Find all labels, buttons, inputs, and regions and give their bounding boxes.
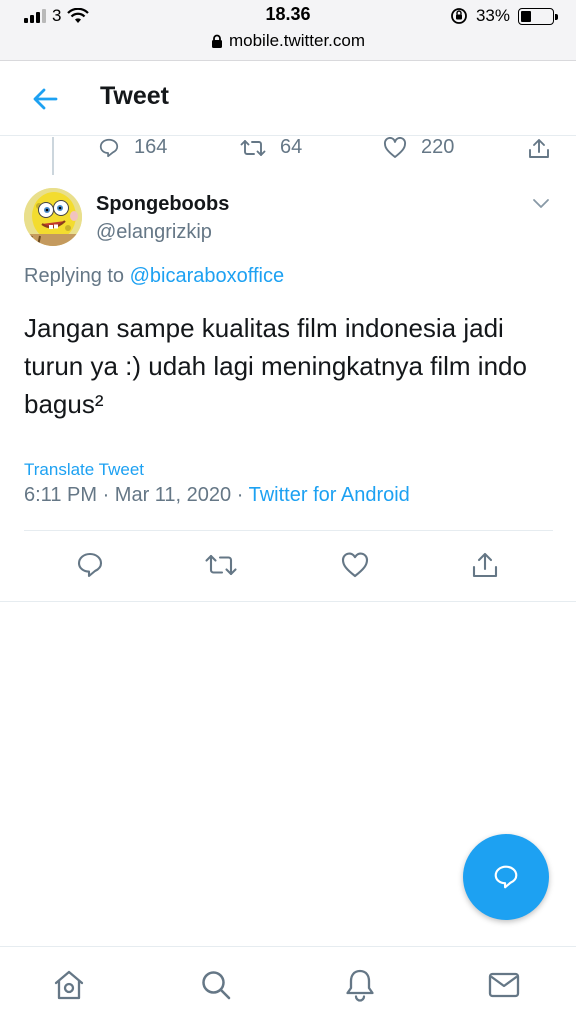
tweet-source-link[interactable]: Twitter for Android [249, 484, 410, 506]
translate-tweet-link[interactable]: Translate Tweet [24, 460, 144, 480]
url-bar[interactable]: mobile.twitter.com [0, 31, 576, 51]
messages-icon[interactable] [486, 967, 522, 1003]
retweet-count: 64 [280, 136, 303, 158]
share-button-icon[interactable] [470, 550, 500, 580]
display-name[interactable]: Spongeboobs [96, 193, 229, 216]
tweet-text: Jangan sampe kualitas film indonesia jad… [24, 313, 527, 419]
page-title: Tweet [100, 82, 169, 110]
previous-retweet-stat[interactable]: 64 [240, 136, 302, 159]
tweet-date: Mar 11, 2020 [114, 484, 232, 506]
like-button-icon[interactable] [340, 550, 370, 580]
battery-icon [518, 7, 558, 25]
replying-mention-link[interactable]: @bicaraboxoffice [130, 265, 284, 287]
retweet-icon [240, 139, 266, 156]
reply-compose-icon [494, 865, 518, 889]
battery-status: 33% [450, 6, 558, 26]
meta-separator: · [102, 484, 110, 506]
compose-reply-button[interactable] [463, 834, 549, 920]
reply-button-icon[interactable] [75, 550, 105, 580]
bottom-navigation [0, 946, 576, 1024]
tweet-meta: 6:11 PM · Mar 11, 2020 · Twitter for And… [24, 484, 410, 507]
retweet-button-icon[interactable] [204, 550, 238, 580]
spongebob-avatar-icon [24, 188, 82, 246]
share-icon[interactable] [527, 137, 551, 161]
replying-to: Replying to @bicaraboxoffice [24, 265, 284, 288]
divider [0, 601, 576, 602]
search-icon[interactable] [198, 967, 234, 1003]
divider [24, 530, 553, 531]
thread-connector [52, 137, 54, 175]
meta-separator: · [236, 484, 244, 506]
notifications-icon[interactable] [342, 967, 378, 1003]
home-icon[interactable] [51, 967, 87, 1003]
like-count: 220 [421, 136, 455, 158]
url-text: mobile.twitter.com [228, 31, 366, 50]
replying-prefix: Replying to [24, 265, 125, 287]
heart-icon [384, 136, 406, 158]
battery-percent: 33% [475, 6, 510, 25]
previous-reply-stat[interactable]: 164 [98, 136, 167, 159]
status-bar: 3 18.36 33% mobile.twitter.com [0, 0, 576, 61]
page-header: Tweet [0, 62, 576, 136]
orientation-lock-icon [451, 8, 467, 24]
arrow-left-icon[interactable] [30, 84, 60, 114]
previous-like-stat[interactable]: 220 [383, 136, 454, 159]
reply-count: 164 [134, 136, 168, 158]
reply-icon [99, 138, 119, 157]
tweet-time: 6:11 PM [24, 484, 97, 506]
lock-icon [211, 34, 222, 48]
user-handle[interactable]: @elangrizkip [96, 221, 212, 244]
avatar[interactable] [24, 188, 82, 246]
battery-fill [521, 10, 531, 22]
chevron-down-icon[interactable] [530, 192, 552, 214]
